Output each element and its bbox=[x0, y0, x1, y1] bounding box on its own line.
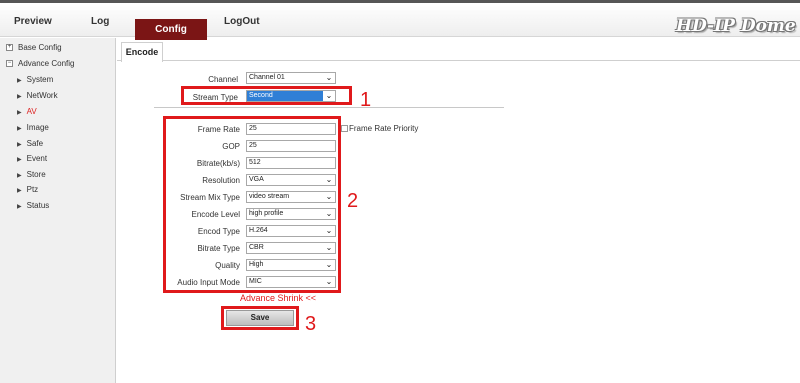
triangle-right-icon: ▶ bbox=[17, 142, 22, 148]
channel-label: Channel bbox=[208, 75, 238, 84]
nav-preview[interactable]: Preview bbox=[14, 16, 52, 27]
sidebar-item-safe[interactable]: ▶ Safe bbox=[17, 139, 43, 148]
frame-rate-priority[interactable]: Frame Rate Priority bbox=[341, 124, 418, 133]
triangle-right-icon: ▶ bbox=[17, 204, 22, 210]
triangle-right-icon: ▶ bbox=[17, 188, 22, 194]
sidebar-item-label: Image bbox=[26, 123, 49, 132]
annotation-box-3 bbox=[221, 306, 299, 330]
top-nav-bar: Preview Log Config LogOut HD-IP Dome bbox=[0, 0, 800, 40]
expand-icon[interactable]: + bbox=[6, 44, 13, 52]
collapse-icon[interactable]: − bbox=[6, 60, 13, 68]
sidebar-item-label: Status bbox=[26, 201, 50, 210]
frame-rate-priority-label: Frame Rate Priority bbox=[349, 124, 419, 133]
triangle-right-icon: ▶ bbox=[17, 126, 22, 132]
brand-logo: HD-IP Dome bbox=[676, 16, 796, 36]
nav-logout[interactable]: LogOut bbox=[224, 16, 260, 27]
sidebar-item-label: Ptz bbox=[26, 185, 39, 194]
sidebar-item-ptz[interactable]: ▶ Ptz bbox=[17, 185, 38, 194]
sidebar-advance-config[interactable]: − Advance Config bbox=[6, 59, 74, 68]
triangle-right-icon: ▶ bbox=[17, 173, 22, 179]
advance-shrink-link[interactable]: Advance Shrink << bbox=[240, 293, 316, 303]
sidebar-item-system[interactable]: ▶ System bbox=[17, 75, 53, 84]
frame-rate-priority-checkbox[interactable] bbox=[341, 125, 348, 133]
sidebar: + Base Config − Advance Config ▶ System ▶ Ne… bbox=[0, 38, 116, 383]
sidebar-base-config[interactable]: + Base Config bbox=[6, 43, 62, 52]
nav-config[interactable]: Config bbox=[135, 19, 207, 40]
tab-encode[interactable]: Encode bbox=[121, 42, 163, 62]
annotation-number-3: 3 bbox=[305, 313, 317, 335]
sidebar-item-event[interactable]: ▶ Event bbox=[17, 154, 47, 163]
tab-strip: Encode bbox=[117, 40, 800, 62]
triangle-right-icon: ▶ bbox=[17, 157, 22, 163]
annotation-number-2: 2 bbox=[347, 190, 359, 212]
triangle-right-icon: ▶ bbox=[17, 110, 22, 116]
sidebar-item-label: Event bbox=[26, 154, 48, 163]
sidebar-item-network[interactable]: ▶ NetWork bbox=[17, 91, 58, 100]
sidebar-item-store[interactable]: ▶ Store bbox=[17, 170, 46, 179]
sidebar-advance-config-label: Advance Config bbox=[18, 59, 75, 68]
sidebar-base-config-label: Base Config bbox=[18, 43, 62, 52]
sidebar-item-label: Safe bbox=[26, 139, 44, 148]
sidebar-item-label: AV bbox=[26, 107, 37, 116]
channel-value: Channel 01 bbox=[249, 74, 285, 81]
annotation-number-1: 1 bbox=[360, 89, 372, 111]
sidebar-item-image[interactable]: ▶ Image bbox=[17, 123, 49, 132]
channel-select[interactable]: Channel 01 ⌄ bbox=[246, 72, 336, 84]
nav-log[interactable]: Log bbox=[91, 16, 109, 27]
sidebar-item-label: Store bbox=[26, 170, 46, 179]
sidebar-item-label: NetWork bbox=[26, 91, 58, 100]
triangle-right-icon: ▶ bbox=[17, 78, 22, 84]
divider bbox=[154, 107, 504, 108]
triangle-right-icon: ▶ bbox=[17, 94, 22, 100]
chevron-down-icon: ⌄ bbox=[325, 73, 333, 82]
annotation-box-1 bbox=[181, 86, 352, 105]
annotation-box-2 bbox=[163, 116, 341, 293]
sidebar-item-label: System bbox=[26, 75, 54, 84]
sidebar-item-av[interactable]: ▶ AV bbox=[17, 107, 37, 116]
sidebar-item-status[interactable]: ▶ Status bbox=[17, 201, 49, 210]
